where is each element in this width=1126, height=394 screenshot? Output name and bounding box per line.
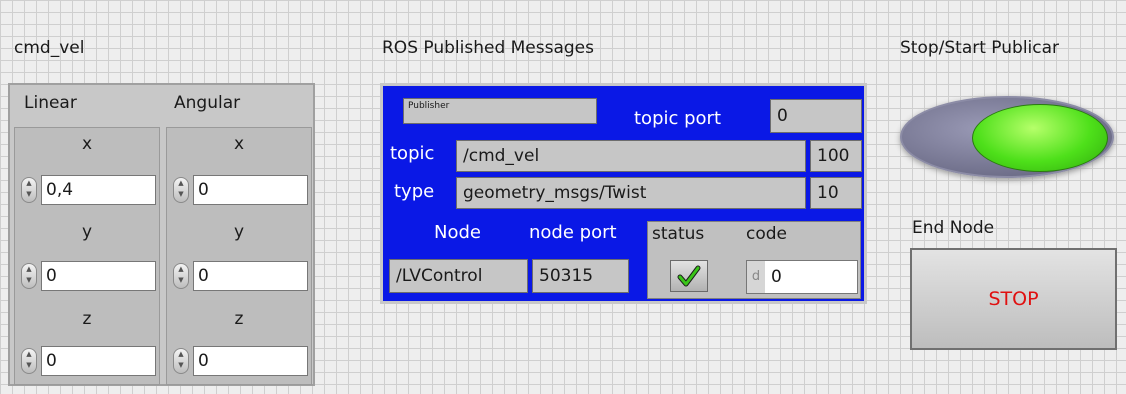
- topic-label: topic: [390, 143, 435, 164]
- angular-z-label: z: [234, 309, 244, 329]
- check-icon: [677, 265, 701, 287]
- ros-title: ROS Published Messages: [382, 38, 595, 58]
- angular-x-label: x: [233, 134, 245, 154]
- ros-publisher-cluster: Publisher topic port 0 topic /cmd_vel 10…: [380, 83, 867, 304]
- linear-y-input[interactable]: 0: [41, 261, 156, 291]
- linear-y-spinner-icon[interactable]: ▲ ▼: [21, 263, 37, 289]
- stop-button[interactable]: STOP: [910, 248, 1117, 350]
- code-value: 0: [771, 267, 782, 287]
- angular-label: Angular: [174, 93, 241, 113]
- cmd-vel-cluster: Linear Angular x ▲ ▼ 0,4 y ▲ ▼ 0 z ▲ ▼ 0 x …: [8, 83, 315, 386]
- cmd-vel-title: cmd_vel: [14, 38, 85, 58]
- linear-label: Linear: [24, 93, 77, 113]
- angular-y-input[interactable]: 0: [193, 261, 308, 291]
- angular-z-spinner-icon[interactable]: ▲ ▼: [173, 348, 189, 374]
- linear-column: x ▲ ▼ 0,4 y ▲ ▼ 0 z ▲ ▼ 0: [14, 127, 160, 385]
- publisher-caption: Publisher: [403, 98, 597, 124]
- toggle-label: Stop/Start Publicar: [900, 38, 1060, 58]
- topic-queue-value: 100: [810, 140, 862, 172]
- node-value: /LVControl: [389, 259, 528, 293]
- node-port-value: 50315: [532, 259, 629, 293]
- publish-toggle[interactable]: [900, 96, 1114, 178]
- linear-z-input[interactable]: 0: [41, 346, 156, 376]
- node-port-label: node port: [529, 222, 617, 243]
- linear-x-input[interactable]: 0,4: [41, 175, 156, 205]
- type-value: geometry_msgs/Twist: [456, 177, 806, 209]
- radix-indicator: d: [747, 261, 765, 293]
- angular-y-label: y: [233, 222, 245, 242]
- code-label: code: [746, 224, 787, 244]
- linear-z-spinner-icon[interactable]: ▲ ▼: [21, 348, 37, 374]
- topic-port-label: topic port: [634, 108, 722, 129]
- topic-value: /cmd_vel: [456, 140, 806, 172]
- angular-z-input[interactable]: 0: [193, 346, 308, 376]
- angular-x-spinner-icon[interactable]: ▲ ▼: [173, 177, 189, 203]
- topic-port-value: 0: [770, 99, 862, 133]
- linear-y-label: y: [81, 222, 93, 242]
- linear-z-label: z: [82, 309, 92, 329]
- angular-column: x ▲ ▼ 0 y ▲ ▼ 0 z ▲ ▼ 0: [166, 127, 312, 385]
- status-code-box: status code d 0: [647, 221, 861, 299]
- angular-x-input[interactable]: 0: [193, 175, 308, 205]
- code-field[interactable]: d 0: [746, 260, 858, 294]
- type-queue-value: 10: [810, 177, 862, 209]
- status-indicator: [670, 260, 708, 292]
- led-indicator: [972, 104, 1108, 172]
- angular-y-spinner-icon[interactable]: ▲ ▼: [173, 263, 189, 289]
- type-label: type: [394, 181, 435, 202]
- status-label: status: [652, 224, 705, 244]
- node-label: Node: [434, 222, 481, 243]
- end-node-label: End Node: [912, 218, 995, 238]
- linear-x-spinner-icon[interactable]: ▲ ▼: [21, 177, 37, 203]
- linear-x-label: x: [81, 134, 93, 154]
